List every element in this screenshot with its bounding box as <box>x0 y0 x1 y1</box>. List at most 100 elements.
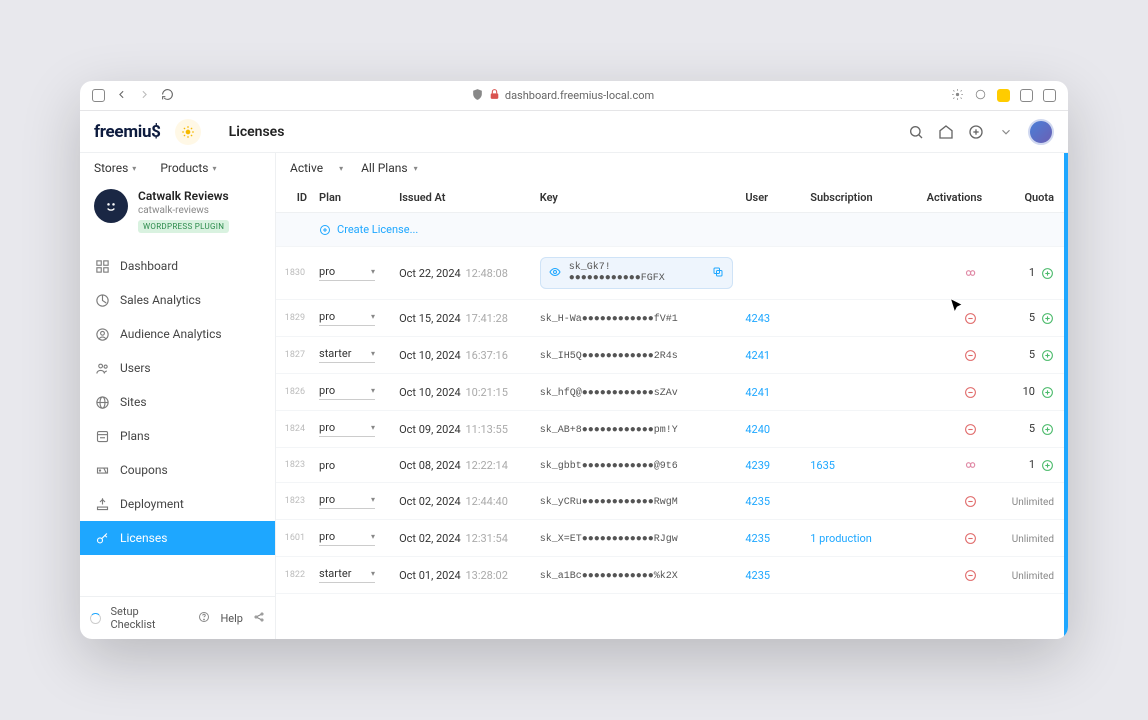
nav-label: Sites <box>120 395 147 409</box>
nav-label: Licenses <box>120 531 167 545</box>
table-row[interactable]: 1822starter▾Oct 01, 2024 13:28:02sk_a1Bc… <box>276 557 1064 594</box>
id-cell: 1824 <box>276 411 313 448</box>
table-row[interactable]: 1823pro▾Oct 02, 2024 12:44:40sk_yCRu●●●●… <box>276 483 1064 520</box>
issued-cell: Oct 02, 2024 12:44:40 <box>393 483 534 520</box>
sidebar-item-dashboard[interactable]: Dashboard <box>80 249 275 283</box>
quota-value: Unlimited <box>1012 571 1054 582</box>
help-link[interactable]: Help <box>220 612 243 625</box>
col-key[interactable]: Key <box>534 183 740 213</box>
plan-select[interactable]: pro▾ <box>319 310 375 326</box>
tabs-icon[interactable] <box>1043 89 1056 102</box>
id-cell: 1822 <box>276 557 313 594</box>
sidebar-item-audience-analytics[interactable]: Audience Analytics <box>80 317 275 351</box>
search-icon[interactable] <box>908 124 924 140</box>
table-row[interactable]: 1829pro▾Oct 15, 2024 17:41:28sk_H-Wa●●●●… <box>276 300 1064 337</box>
plus-circle-icon[interactable] <box>1041 349 1054 362</box>
subscription-link[interactable]: 1 production <box>810 532 872 545</box>
user-link[interactable]: 4243 <box>745 312 770 325</box>
sidebar-item-licenses[interactable]: Licenses <box>80 521 275 555</box>
plan-select[interactable]: pro▾ <box>319 493 375 509</box>
plus-circle-icon[interactable] <box>1041 267 1054 280</box>
avatar[interactable] <box>1028 119 1054 145</box>
issued-cell: Oct 10, 2024 10:21:15 <box>393 374 534 411</box>
key-pill: sk_Gk7!●●●●●●●●●●●●FGFX <box>540 257 734 289</box>
plus-circle-icon[interactable] <box>1041 386 1054 399</box>
quota-value: 5 <box>1029 311 1035 324</box>
stores-dropdown[interactable]: Stores▾ <box>94 161 136 175</box>
spinner-icon <box>90 613 101 624</box>
products-dropdown[interactable]: Products▾ <box>160 161 216 175</box>
user-link[interactable]: 4239 <box>745 459 770 472</box>
plan-select[interactable]: pro▾ <box>319 530 375 546</box>
table-row[interactable]: 1823proOct 08, 2024 12:22:14sk_gbbt●●●●●… <box>276 448 1064 483</box>
gear-icon[interactable] <box>951 88 964 104</box>
theme-toggle[interactable] <box>175 119 201 145</box>
logo[interactable]: freemiu$ <box>94 122 161 142</box>
sidebar-item-plans[interactable]: Plans <box>80 419 275 453</box>
quota-value: Unlimited <box>1012 534 1054 545</box>
back-icon[interactable] <box>115 88 128 104</box>
user-link[interactable]: 4235 <box>745 532 770 545</box>
sidebar-toggle-icon[interactable] <box>92 89 105 102</box>
table-row[interactable]: 1827starter▾Oct 10, 2024 16:37:16sk_IH5Q… <box>276 337 1064 374</box>
refresh-icon[interactable] <box>161 88 174 104</box>
table-row[interactable]: 1830pro▾Oct 22, 2024 12:48:08sk_Gk7!●●●●… <box>276 247 1064 300</box>
col-issued[interactable]: Issued At <box>393 183 534 213</box>
sidebar-item-sites[interactable]: Sites <box>80 385 275 419</box>
quota-value: 1 <box>1029 266 1035 279</box>
extensions-icon[interactable] <box>974 88 987 104</box>
create-license-button[interactable]: Create License... <box>319 223 1058 236</box>
table-row[interactable]: 1824pro▾Oct 09, 2024 11:13:55sk_AB+8●●●●… <box>276 411 1064 448</box>
status-filter[interactable]: Active▾ <box>290 161 343 175</box>
user-link[interactable]: 4241 <box>745 386 770 399</box>
plan-filter[interactable]: All Plans▾ <box>361 161 418 175</box>
table-row[interactable]: 1601pro▾Oct 02, 2024 12:31:54sk_X=ET●●●●… <box>276 520 1064 557</box>
entity-card[interactable]: Catwalk Reviews catwalk-reviews WORDPRES… <box>80 179 275 243</box>
share-icon[interactable] <box>253 611 265 626</box>
plan-select[interactable]: pro▾ <box>319 265 375 281</box>
chart-icon <box>94 292 110 308</box>
eye-icon[interactable] <box>549 266 561 281</box>
url-text[interactable]: dashboard.freemius-local.com <box>505 89 654 102</box>
plan-select[interactable]: starter▾ <box>319 347 375 363</box>
col-user[interactable]: User <box>739 183 804 213</box>
share-icon[interactable] <box>1020 89 1033 102</box>
key-value: sk_a1Bc●●●●●●●●●●●●%k2X <box>540 571 678 582</box>
setup-checklist-link[interactable]: Setup Checklist <box>111 605 183 631</box>
sidebar-item-deployment[interactable]: Deployment <box>80 487 275 521</box>
col-plan[interactable]: Plan <box>313 183 393 213</box>
plus-circle-icon[interactable] <box>1041 423 1054 436</box>
note-icon[interactable] <box>997 89 1010 102</box>
col-activations[interactable]: Activations <box>902 183 989 213</box>
user-link[interactable]: 4240 <box>745 423 770 436</box>
user-link[interactable]: 4241 <box>745 349 770 362</box>
user-link[interactable]: 4235 <box>745 495 770 508</box>
key-value: sk_AB+8●●●●●●●●●●●●pm!Y <box>540 425 678 436</box>
dashboard-icon <box>94 258 110 274</box>
plan-select[interactable]: pro▾ <box>319 421 375 437</box>
coupon-icon <box>94 462 110 478</box>
col-id[interactable]: ID <box>276 183 313 213</box>
col-quota[interactable]: Quota <box>988 183 1064 213</box>
plus-circle-icon[interactable] <box>1041 459 1054 472</box>
add-icon[interactable] <box>968 124 984 140</box>
sidebar-item-users[interactable]: Users <box>80 351 275 385</box>
plan-select[interactable]: starter▾ <box>319 567 375 583</box>
key-value: sk_H-Wa●●●●●●●●●●●●fV#1 <box>540 314 678 325</box>
forward-icon[interactable] <box>138 88 151 104</box>
col-subscription[interactable]: Subscription <box>804 183 901 213</box>
chevron-down-icon[interactable] <box>998 124 1014 140</box>
minus-circle-icon <box>964 495 977 508</box>
subscription-link[interactable]: 1635 <box>810 459 835 472</box>
inbox-icon[interactable] <box>938 124 954 140</box>
plus-circle-icon[interactable] <box>1041 312 1054 325</box>
user-link[interactable]: 4235 <box>745 569 770 582</box>
sidebar-item-sales-analytics[interactable]: Sales Analytics <box>80 283 275 317</box>
plan-select[interactable]: pro▾ <box>319 384 375 400</box>
issued-cell: Oct 02, 2024 12:31:54 <box>393 520 534 557</box>
sidebar-item-coupons[interactable]: Coupons <box>80 453 275 487</box>
copy-icon[interactable] <box>712 266 724 281</box>
infinity-icon <box>963 458 977 472</box>
nav-label: Dashboard <box>120 259 178 273</box>
table-row[interactable]: 1826pro▾Oct 10, 2024 10:21:15sk_hfQ@●●●●… <box>276 374 1064 411</box>
